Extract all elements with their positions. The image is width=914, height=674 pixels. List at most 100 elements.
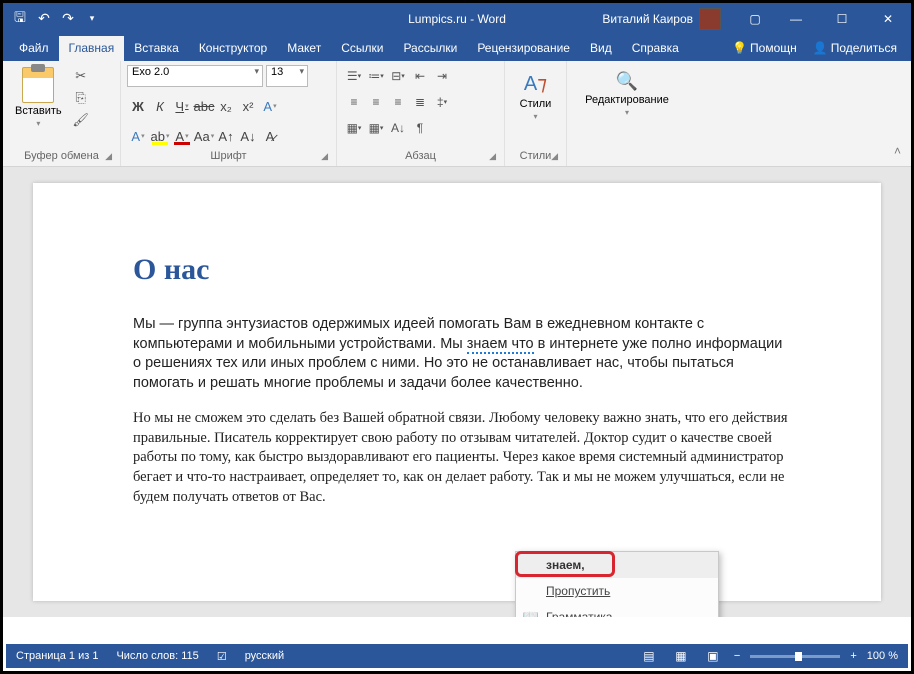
tab-references[interactable]: Ссылки <box>331 36 393 61</box>
tell-me[interactable]: 💡Помощн <box>726 39 803 57</box>
paragraph-dialog-launcher[interactable]: ◢ <box>489 151 496 162</box>
tab-design[interactable]: Конструктор <box>189 36 277 61</box>
font-name-select[interactable]: Exo 2.0▾ <box>127 65 263 87</box>
ctx-suggestion[interactable]: знаем, <box>516 552 718 578</box>
highlight-button[interactable]: ab▾ <box>149 125 171 147</box>
ribbon-options-icon[interactable]: ▢ <box>737 3 773 34</box>
tab-file[interactable]: Файл <box>9 36 59 61</box>
font-color-button[interactable]: A▾ <box>171 125 193 147</box>
superscript-button[interactable]: x² <box>237 95 259 117</box>
cut-icon[interactable]: ✂ <box>72 67 90 85</box>
undo-icon[interactable]: ↶ <box>35 10 53 28</box>
shading-button[interactable]: ▦▾ <box>343 117 365 139</box>
group-paragraph: ☰▾ ≔▾ ⊟▾ ⇤ ⇥ ≡ ≡ ≡ ≣ ‡▾ ▦▾ ▦▾ A↓ ¶ <box>337 61 505 166</box>
editing-button[interactable]: 🔍 Редактирование ▾ <box>575 65 679 123</box>
ribbon: Вставить ▾ ✂ ⎘ 🖌 Буфер обмена ◢ Exo 2.0▾ … <box>3 61 911 167</box>
group-clipboard: Вставить ▾ ✂ ⎘ 🖌 Буфер обмена ◢ <box>3 61 121 166</box>
grammar-error-span[interactable]: знаем что <box>467 336 534 354</box>
status-bar: Страница 1 из 1 Число слов: 115 ☑ русски… <box>6 644 908 668</box>
user-avatar <box>699 8 721 30</box>
tab-home[interactable]: Главная <box>59 36 125 61</box>
shrink-font-button[interactable]: A↓ <box>237 125 259 147</box>
ctx-grammar[interactable]: 📖Грамматика... <box>516 604 718 617</box>
clipboard-dialog-launcher[interactable]: ◢ <box>105 151 112 162</box>
view-read-mode[interactable]: ▤ <box>638 647 660 665</box>
window-controls: ▢ — ☐ ✕ <box>737 3 911 34</box>
text-effects-button[interactable]: A▾ <box>259 95 281 117</box>
collapse-ribbon-icon[interactable]: ˄ <box>894 144 901 158</box>
zoom-level[interactable]: 100 % <box>867 650 898 662</box>
status-spellcheck-icon[interactable]: ☑ <box>217 650 227 663</box>
tab-view[interactable]: Вид <box>580 36 622 61</box>
text-fill-button[interactable]: A▾ <box>127 125 149 147</box>
paragraph-1: Мы — группа энтузиастов одержимых идеей … <box>133 315 791 393</box>
zoom-in-button[interactable]: + <box>850 650 856 662</box>
tab-layout[interactable]: Макет <box>277 36 331 61</box>
align-left-button[interactable]: ≡ <box>343 91 365 113</box>
line-spacing-button[interactable]: ‡▾ <box>431 91 453 113</box>
group-font: Exo 2.0▾ 13▾ Ж К Ч▾ abc x₂ x² A▾ A▾ ab▾ … <box>121 61 337 166</box>
group-styles: A⁊ Стили ▾ Стили◢ <box>505 61 567 166</box>
grow-font-button[interactable]: A↑ <box>215 125 237 147</box>
styles-icon: A⁊ <box>524 71 547 96</box>
window-title: Lumpics.ru - Word <box>408 12 506 26</box>
align-center-button[interactable]: ≡ <box>365 91 387 113</box>
status-word-count[interactable]: Число слов: 115 <box>116 650 198 662</box>
paragraph-group-label: Абзац <box>405 150 436 162</box>
format-painter-icon[interactable]: 🖌 <box>72 111 90 129</box>
zoom-slider[interactable] <box>750 655 840 658</box>
bullets-button[interactable]: ☰▾ <box>343 65 365 87</box>
sort-button[interactable]: A↓ <box>387 117 409 139</box>
minimize-button[interactable]: — <box>773 3 819 34</box>
status-language[interactable]: русский <box>245 650 284 662</box>
heading-1: О нас <box>133 253 791 287</box>
ribbon-tabs: Файл Главная Вставка Конструктор Макет С… <box>3 34 911 61</box>
tab-help[interactable]: Справка <box>622 36 689 61</box>
maximize-button[interactable]: ☐ <box>819 3 865 34</box>
context-menu: знаем, Пропустить 📖Грамматика... ✂Выреза… <box>515 551 719 617</box>
view-print-layout[interactable]: ▦ <box>670 647 692 665</box>
share-icon: 👤 <box>813 41 828 55</box>
subscript-button[interactable]: x₂ <box>215 95 237 117</box>
zoom-out-button[interactable]: − <box>734 650 740 662</box>
styles-button[interactable]: A⁊ Стили ▾ <box>511 65 560 121</box>
font-size-select[interactable]: 13▾ <box>266 65 308 87</box>
tab-mailings[interactable]: Рассылки <box>393 36 467 61</box>
numbering-button[interactable]: ≔▾ <box>365 65 387 87</box>
bold-button[interactable]: Ж <box>127 95 149 117</box>
font-dialog-launcher[interactable]: ◢ <box>321 151 328 162</box>
close-button[interactable]: ✕ <box>865 3 911 34</box>
italic-button[interactable]: К <box>149 95 171 117</box>
group-editing: 🔍 Редактирование ▾ <box>567 61 687 166</box>
font-group-label: Шрифт <box>210 150 246 162</box>
clipboard-icon <box>22 67 54 103</box>
user-account[interactable]: Виталий Каиров <box>602 8 721 30</box>
change-case-button[interactable]: Aa▾ <box>193 125 215 147</box>
decrease-indent-button[interactable]: ⇤ <box>409 65 431 87</box>
status-page[interactable]: Страница 1 из 1 <box>16 650 98 662</box>
paste-button[interactable]: Вставить ▾ <box>9 65 68 130</box>
lightbulb-icon: 💡 <box>732 41 747 55</box>
ctx-skip[interactable]: Пропустить <box>516 578 718 604</box>
autosave-icon[interactable]: 🖫 <box>11 10 29 28</box>
increase-indent-button[interactable]: ⇥ <box>431 65 453 87</box>
copy-icon[interactable]: ⎘ <box>72 89 90 107</box>
multilevel-button[interactable]: ⊟▾ <box>387 65 409 87</box>
strikethrough-button[interactable]: abc <box>193 95 215 117</box>
borders-button[interactable]: ▦▾ <box>365 117 387 139</box>
tab-insert[interactable]: Вставка <box>124 36 189 61</box>
page[interactable]: О нас Мы — группа энтузиастов одержимых … <box>33 183 881 601</box>
qat-customize-icon[interactable]: ▾ <box>83 10 101 28</box>
clipboard-group-label: Буфер обмена <box>24 150 99 162</box>
align-right-button[interactable]: ≡ <box>387 91 409 113</box>
show-marks-button[interactable]: ¶ <box>409 117 431 139</box>
styles-dialog-launcher[interactable]: ◢ <box>551 151 558 162</box>
underline-button[interactable]: Ч▾ <box>171 95 193 117</box>
view-web-layout[interactable]: ▣ <box>702 647 724 665</box>
redo-icon[interactable]: ↷ <box>59 10 77 28</box>
justify-button[interactable]: ≣ <box>409 91 431 113</box>
tab-review[interactable]: Рецензирование <box>467 36 580 61</box>
clear-formatting-button[interactable]: A̷ <box>259 125 281 147</box>
user-name: Виталий Каиров <box>602 12 693 26</box>
share-button[interactable]: 👤Поделиться <box>807 39 903 57</box>
